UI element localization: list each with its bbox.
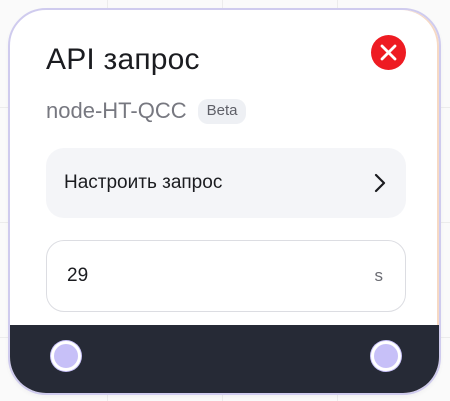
output-port-dot[interactable] [371, 341, 401, 371]
close-button[interactable] [371, 35, 406, 70]
close-icon [380, 44, 397, 61]
configure-request-button[interactable]: Настроить запрос [46, 148, 406, 218]
api-request-node[interactable]: API запрос node-HT-QCC Beta Настроить за… [8, 8, 441, 395]
timeout-value[interactable]: 29 [67, 265, 88, 287]
timeout-unit: s [374, 266, 384, 285]
status-badge: Beta [197, 98, 247, 124]
chevron-right-icon [374, 173, 386, 193]
input-port-dot[interactable] [51, 341, 81, 371]
node-subtitle-row: node-HT-QCC Beta [46, 97, 247, 125]
timeout-input[interactable]: 29 s [46, 240, 406, 312]
node-footer [10, 325, 439, 393]
node-id: node-HT-QCC [46, 98, 187, 123]
configure-request-label: Настроить запрос [64, 172, 223, 193]
node-title: API запрос [46, 43, 200, 76]
